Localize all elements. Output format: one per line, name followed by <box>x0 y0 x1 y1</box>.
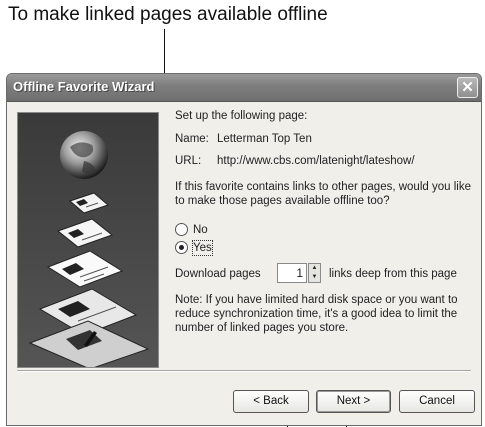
title-bar: Offline Favorite Wizard ✕ <box>7 74 481 102</box>
close-icon[interactable]: ✕ <box>457 77 478 98</box>
name-value: Letterman Top Ten <box>217 133 312 145</box>
cancel-button[interactable]: Cancel <box>399 390 475 413</box>
links-deep-label: links deep from this page <box>329 268 457 280</box>
spin-up-icon[interactable]: ▲ <box>309 264 320 273</box>
caption-text: To make linked pages available offline <box>8 4 328 25</box>
radio-yes-label: Yes <box>192 240 213 256</box>
pages-depth-input[interactable]: 1 <box>277 263 307 283</box>
window-title: Offline Favorite Wizard <box>13 79 155 94</box>
radio-button-no[interactable] <box>175 223 188 236</box>
storage-note: Note: If you have limited hard disk spac… <box>175 294 458 334</box>
download-row: Download pages 1 ▲ ▼ links deep from thi… <box>175 263 457 283</box>
globe-icon <box>60 131 108 179</box>
spin-down-icon[interactable]: ▼ <box>309 273 320 282</box>
radio-button-yes[interactable] <box>175 241 188 254</box>
pages-depth-stepper[interactable]: ▲ ▼ <box>308 263 321 283</box>
name-label: Name: <box>175 133 209 145</box>
wizard-illustration <box>17 112 159 368</box>
next-button[interactable]: Next > <box>316 390 391 413</box>
separator <box>17 370 471 372</box>
download-label: Download pages <box>175 268 261 280</box>
radio-no-label: No <box>193 224 208 236</box>
setup-text: Set up the following page: <box>175 110 308 122</box>
back-button[interactable]: < Back <box>233 390 309 413</box>
offline-question: If this favorite contains links to other… <box>175 181 471 207</box>
url-label: URL: <box>175 155 202 167</box>
url-value: http://www.cbs.com/latenight/lateshow/ <box>217 155 415 167</box>
wizard-window: Offline Favorite Wizard ✕ Set up the fol… <box>6 73 482 426</box>
